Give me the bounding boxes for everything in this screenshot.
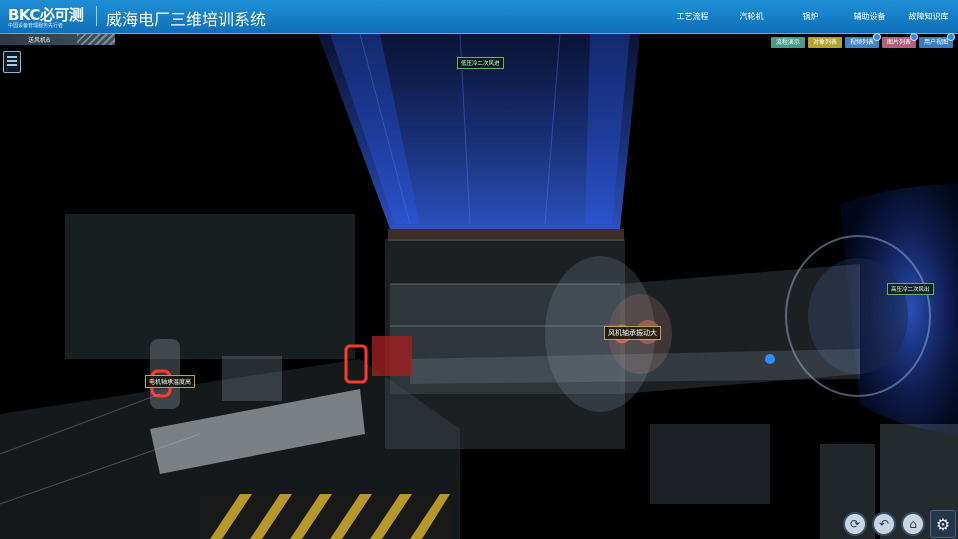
nav-auxiliary[interactable]: 辅助设备: [840, 0, 899, 33]
undo-icon[interactable]: ↶: [872, 512, 896, 536]
header-divider: [96, 6, 97, 26]
toolbar: 流程演示 对象列表 视频列表 图片列表 用户视图: [770, 33, 955, 48]
view-controls: ⟳ ↶ ⌂ ⚙: [843, 509, 958, 539]
image-list-label: 图片列表: [886, 39, 911, 46]
badge-icon: [909, 33, 918, 41]
fan-bearing-alarm-label[interactable]: 风机轴承振动大: [604, 326, 661, 340]
badge-icon: [872, 33, 881, 41]
nav-boiler[interactable]: 锅炉: [781, 0, 840, 33]
video-list-label: 视频列表: [849, 39, 874, 46]
gear-icon[interactable]: ⚙: [930, 510, 956, 538]
object-list-button[interactable]: 对象列表: [807, 37, 842, 48]
outlet-label[interactable]: 高压冷二次风出: [887, 283, 934, 295]
list-line: [7, 56, 17, 58]
nav-fault-knowledge[interactable]: 故障知识库: [899, 0, 958, 33]
logo: BKC必可测 中国设备管理服务先行者: [8, 4, 90, 30]
user-view-label: 用户视图: [923, 39, 948, 46]
app-header: BKC必可测 中国设备管理服务先行者 威海电厂三维培训系统 工艺流程 汽轮机 锅…: [0, 0, 958, 34]
motor-bearing-alarm-label[interactable]: 电机轴承温度高: [145, 375, 196, 388]
logo-subtitle: 中国设备管理服务先行者: [8, 23, 64, 29]
app-title: 威海电厂三维培训系统: [106, 10, 267, 29]
3d-viewport[interactable]: [0, 34, 958, 539]
tab-stripes: [77, 34, 115, 45]
list-icon[interactable]: [3, 51, 21, 73]
video-list-button[interactable]: 视频列表: [844, 33, 881, 48]
nav-turbine[interactable]: 汽轮机: [722, 0, 781, 33]
home-icon[interactable]: ⌂: [901, 512, 925, 536]
image-list-button[interactable]: 图片列表: [881, 33, 918, 48]
scene-graphics: [0, 34, 958, 539]
badge-icon: [947, 33, 955, 41]
flow-demo-button[interactable]: 流程演示: [770, 37, 805, 48]
inlet-label[interactable]: 低压冷二次风进: [457, 57, 504, 69]
list-line: [7, 64, 17, 66]
object-tab-label: 送风机B: [28, 37, 51, 44]
refresh-icon[interactable]: ⟳: [843, 512, 867, 536]
nav-process-flow[interactable]: 工艺流程: [663, 0, 722, 33]
list-line: [7, 60, 17, 62]
user-view-button[interactable]: 用户视图: [918, 33, 955, 48]
object-tab[interactable]: 送风机B: [0, 34, 115, 45]
main-nav: 工艺流程 汽轮机 锅炉 辅助设备 故障知识库: [663, 0, 958, 33]
